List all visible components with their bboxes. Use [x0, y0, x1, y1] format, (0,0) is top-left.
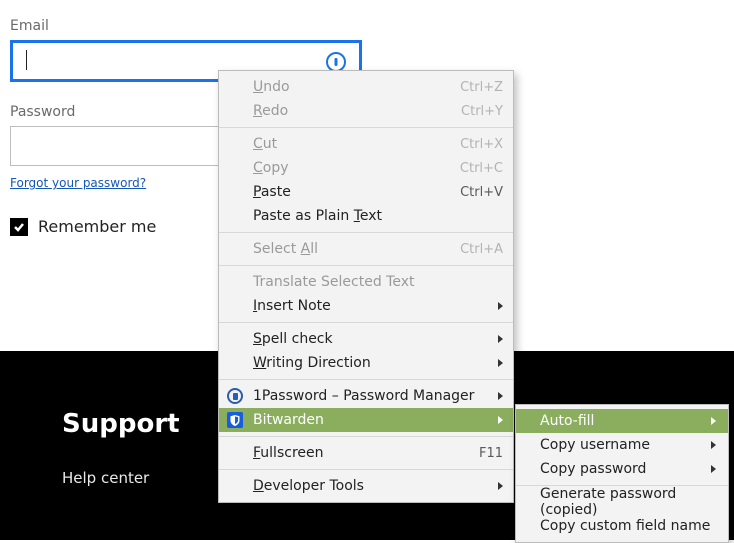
menu-item-label: Copy — [253, 160, 460, 176]
submenu-item-copy-username[interactable]: Copy username — [516, 433, 728, 457]
submenu-arrow-icon — [711, 417, 716, 425]
submenu-item-auto-fill[interactable]: Auto-fill — [516, 409, 728, 433]
menu-item-writing-direction[interactable]: Writing Direction — [219, 351, 513, 375]
forgot-password-link[interactable]: Forgot your password? — [10, 176, 146, 190]
menu-item-label: Undo — [253, 79, 460, 95]
menu-separator — [219, 127, 513, 128]
submenu-arrow-icon — [498, 416, 503, 424]
menu-item-label: Select All — [253, 241, 460, 257]
menu-item-label: Cut — [253, 136, 460, 152]
submenu-arrow-icon — [498, 359, 503, 367]
submenu-arrow-icon — [498, 302, 503, 310]
menu-item-redo[interactable]: RedoCtrl+Y — [219, 99, 513, 123]
menu-item-bitwarden[interactable]: Bitwarden — [219, 408, 513, 432]
menu-item-label: Writing Direction — [253, 355, 498, 371]
menu-item-label: Copy custom field name — [540, 518, 716, 534]
menu-separator — [219, 265, 513, 266]
text-caret — [26, 50, 27, 70]
submenu-item-copy-password[interactable]: Copy password — [516, 457, 728, 481]
menu-item-shortcut: Ctrl+Y — [461, 104, 503, 119]
menu-item-undo[interactable]: UndoCtrl+Z — [219, 75, 513, 99]
submenu-arrow-icon — [711, 465, 716, 473]
menu-item-label: Auto-fill — [540, 413, 711, 429]
menu-item-label: Copy username — [540, 437, 711, 453]
submenu-arrow-icon — [711, 441, 716, 449]
onepassword-icon — [225, 386, 245, 406]
menu-item-label: Copy password — [540, 461, 711, 477]
menu-item-paste-as-plain-text[interactable]: Paste as Plain Text — [219, 204, 513, 228]
menu-separator — [219, 322, 513, 323]
menu-item-spell-check[interactable]: Spell check — [219, 327, 513, 351]
menu-item-label: Developer Tools — [253, 478, 498, 494]
submenu-item-generate-password-copied[interactable]: Generate password (copied) — [516, 490, 728, 514]
menu-item-label: Insert Note — [253, 298, 498, 314]
submenu-item-copy-custom-field-name[interactable]: Copy custom field name — [516, 514, 728, 538]
menu-item-1password-password-manager[interactable]: 1Password – Password Manager — [219, 384, 513, 408]
menu-item-shortcut: Ctrl+X — [460, 137, 503, 152]
submenu-arrow-icon — [498, 335, 503, 343]
submenu-arrow-icon — [498, 392, 503, 400]
menu-item-insert-note[interactable]: Insert Note — [219, 294, 513, 318]
menu-item-label: Spell check — [253, 331, 498, 347]
menu-item-label: Bitwarden — [253, 412, 498, 428]
menu-item-translate-selected-text[interactable]: Translate Selected Text — [219, 270, 513, 294]
menu-separator — [219, 469, 513, 470]
menu-item-shortcut: Ctrl+A — [460, 242, 503, 257]
submenu-arrow-icon — [498, 482, 503, 490]
menu-item-shortcut: Ctrl+V — [460, 185, 503, 200]
footer-link-help[interactable]: Help center — [62, 469, 149, 487]
context-menu[interactable]: UndoCtrl+ZRedoCtrl+YCutCtrl+XCopyCtrl+CP… — [218, 70, 514, 503]
menu-item-fullscreen[interactable]: FullscreenF11 — [219, 441, 513, 465]
bitwarden-submenu[interactable]: Auto-fill Copy username Copy password Gener… — [515, 404, 729, 543]
menu-item-copy[interactable]: CopyCtrl+C — [219, 156, 513, 180]
menu-separator — [219, 379, 513, 380]
menu-item-label: Translate Selected Text — [253, 274, 503, 290]
menu-item-shortcut: Ctrl+C — [460, 161, 503, 176]
onepassword-inline-icon[interactable] — [326, 52, 346, 72]
email-label: Email — [10, 18, 724, 34]
bitwarden-icon — [225, 410, 245, 430]
menu-item-label: Paste as Plain Text — [253, 208, 503, 224]
menu-item-cut[interactable]: CutCtrl+X — [219, 132, 513, 156]
menu-item-paste[interactable]: PasteCtrl+V — [219, 180, 513, 204]
menu-separator — [219, 232, 513, 233]
menu-item-label: Fullscreen — [253, 445, 479, 461]
remember-me-checkbox[interactable] — [10, 218, 28, 236]
menu-item-label: Paste — [253, 184, 460, 200]
menu-item-select-all[interactable]: Select AllCtrl+A — [219, 237, 513, 261]
menu-item-shortcut: Ctrl+Z — [460, 80, 503, 95]
remember-me-label: Remember me — [38, 217, 156, 236]
menu-item-shortcut: F11 — [479, 446, 503, 461]
menu-item-label: 1Password – Password Manager — [253, 388, 498, 404]
menu-item-label: Redo — [253, 103, 461, 119]
menu-item-developer-tools[interactable]: Developer Tools — [219, 474, 513, 498]
menu-separator — [219, 436, 513, 437]
